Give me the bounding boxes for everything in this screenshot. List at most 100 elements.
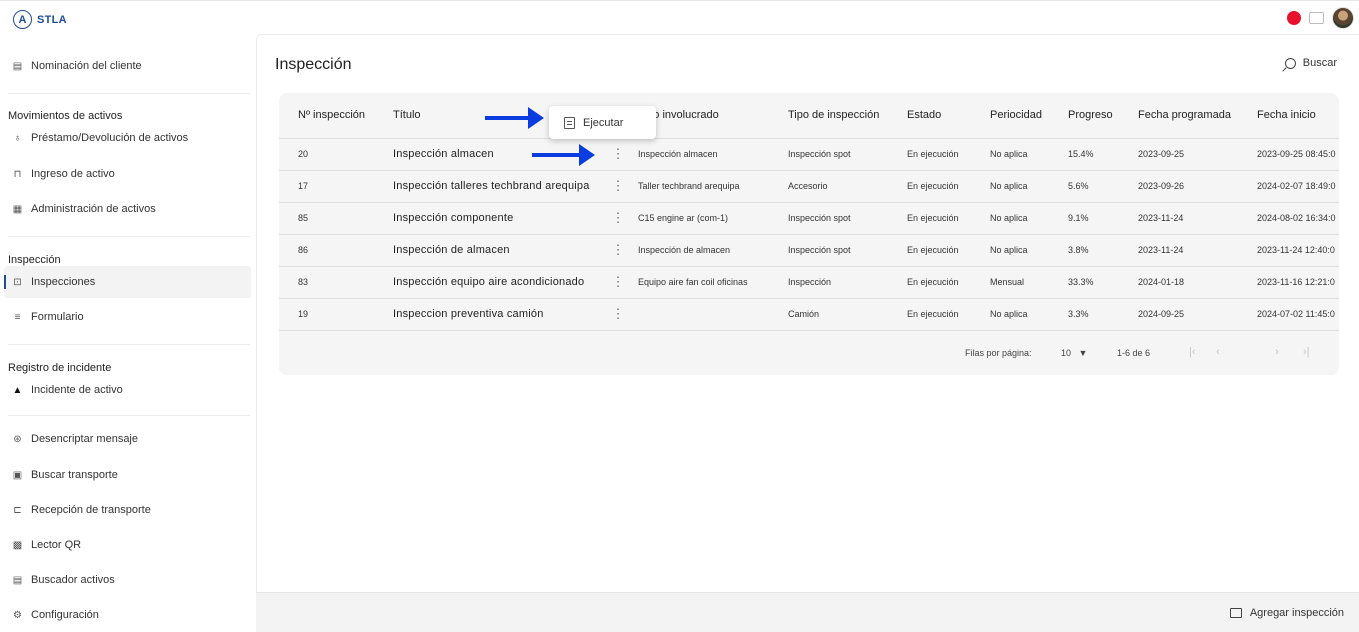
table-row[interactable]: 17 Inspección talleres techbrand arequip… xyxy=(279,170,1339,203)
cell-resource: Inspección almacen xyxy=(638,138,788,171)
user-avatar[interactable] xyxy=(1332,7,1354,29)
cell-start-date: 2024-02-07 18:49:0 xyxy=(1257,170,1339,203)
sidebar-item-label: Inspecciones xyxy=(31,276,96,288)
search-icon xyxy=(1284,57,1296,69)
table-row[interactable]: 83 Inspección equipo aire acondicionado … xyxy=(279,266,1339,299)
rows-per-page-select[interactable]: 10 ▼ xyxy=(1061,348,1087,358)
inspection-table-card: Nº inspección Título urso involucrado Ti… xyxy=(279,93,1339,375)
sidebar-item-buscador[interactable]: ▤ Buscador activos xyxy=(12,570,115,590)
row-menu-icon[interactable]: ⋮ xyxy=(598,266,638,299)
sidebar-divider xyxy=(8,236,250,237)
cell-periodicity: No aplica xyxy=(990,138,1068,171)
cell-id: 20 xyxy=(279,138,393,171)
cell-start-date: 2023-09-25 08:45:0 xyxy=(1257,138,1339,171)
sidebar-divider xyxy=(8,415,250,416)
table-row[interactable]: 85 Inspección componente ⋮ C15 engine ar… xyxy=(279,202,1339,235)
cell-status: En ejecución xyxy=(907,266,990,299)
cell-resource: C15 engine ar (com-1) xyxy=(638,202,788,235)
sidebar-item-lector-qr[interactable]: ▩ Lector QR xyxy=(12,535,81,555)
sidebar-item-prestamo[interactable]: ♁ Préstamo/Devolución de activos xyxy=(12,128,188,148)
record-indicator-icon[interactable] xyxy=(1287,11,1301,25)
sidebar-item-formulario[interactable]: ≡ Formulario xyxy=(12,307,84,327)
table-row[interactable]: 86 Inspección de almacen ⋮ Inspección de… xyxy=(279,234,1339,267)
cell-type: Accesorio xyxy=(788,170,907,203)
cell-status: En ejecución xyxy=(907,202,990,235)
truck-icon: ⊏ xyxy=(13,504,22,516)
first-page-icon[interactable]: |‹ xyxy=(1189,346,1196,358)
sidebar-item-administracion[interactable]: ▦ Administración de activos xyxy=(12,199,156,219)
sidebar-item-desencriptar[interactable]: ⊛ Desencriptar mensaje xyxy=(12,429,138,449)
footer-bar: Agregar inspección xyxy=(256,592,1359,632)
column-header[interactable]: Periocidad xyxy=(990,93,1068,139)
column-header[interactable]: Progreso xyxy=(1068,93,1138,139)
sidebar-item-label: Buscar transporte xyxy=(31,469,118,481)
cell-type: Inspección spot xyxy=(788,202,907,235)
sidebar-item-recepcion[interactable]: ⊏ Recepción de transporte xyxy=(12,500,151,520)
sidebar-item-label: Desencriptar mensaje xyxy=(31,433,138,445)
column-header[interactable]: Nº inspección xyxy=(279,93,393,139)
row-menu-icon[interactable]: ⋮ xyxy=(598,234,638,267)
cell-id: 85 xyxy=(279,202,393,235)
cell-id: 19 xyxy=(279,298,393,331)
list-icon: ≡ xyxy=(14,311,21,323)
cell-periodicity: No aplica xyxy=(990,298,1068,331)
sidebar-item-inspecciones[interactable]: ⊡ Inspecciones xyxy=(12,272,95,292)
execute-menu-item[interactable]: Ejecutar xyxy=(583,117,623,129)
top-bar: A STLA xyxy=(0,0,1359,34)
cell-progress: 3.8% xyxy=(1068,234,1138,267)
cell-id: 86 xyxy=(279,234,393,267)
cell-progress: 5.6% xyxy=(1068,170,1138,203)
column-header[interactable]: Fecha programada xyxy=(1138,93,1257,139)
row-context-menu[interactable]: Ejecutar xyxy=(549,106,656,139)
cell-start-date: 2024-08-02 16:34:0 xyxy=(1257,202,1339,235)
table-row[interactable]: 20 Inspección almacen ⋮ Inspección almac… xyxy=(279,138,1339,171)
app-name: STLA xyxy=(37,13,67,26)
row-menu-icon[interactable]: ⋮ xyxy=(598,138,638,171)
cell-scheduled-date: 2023-11-24 xyxy=(1138,234,1257,267)
column-header[interactable]: urso involucrado xyxy=(638,93,788,139)
cell-id: 83 xyxy=(279,266,393,299)
table-row[interactable]: 19 Inspeccion preventiva camión ⋮ Camión… xyxy=(279,298,1339,331)
app-logo[interactable]: A STLA xyxy=(13,10,67,29)
column-header[interactable]: Estado xyxy=(907,93,990,139)
dropdown-arrow-icon: ▼ xyxy=(1078,348,1088,358)
sidebar-item-nominacion[interactable]: ▤ Nominación del cliente xyxy=(12,56,142,76)
sidebar-divider xyxy=(8,93,250,94)
search-button[interactable]: Buscar xyxy=(1284,57,1337,69)
shield-icon: ⊛ xyxy=(13,433,22,445)
next-page-icon[interactable]: › xyxy=(1275,346,1279,358)
row-menu-icon[interactable]: ⋮ xyxy=(598,298,638,331)
previous-page-icon[interactable]: ‹ xyxy=(1216,346,1220,358)
cell-type: Camión xyxy=(788,298,907,331)
sidebar-item-label: Formulario xyxy=(31,311,84,323)
warehouse-icon: ▦ xyxy=(12,203,23,215)
row-menu-icon[interactable]: ⋮ xyxy=(598,202,638,235)
annotation-arrow-menu xyxy=(485,107,544,129)
cell-status: En ejecución xyxy=(907,298,990,331)
chat-icon[interactable] xyxy=(1309,12,1324,24)
sidebar-item-label: Lector QR xyxy=(31,539,82,551)
sidebar-item-incidente[interactable]: ▲ Incidente de activo xyxy=(12,380,123,400)
cell-resource: Taller techbrand arequipa xyxy=(638,170,788,203)
cell-type: Inspección spot xyxy=(788,138,907,171)
cell-resource: Inspección de almacen xyxy=(638,234,788,267)
sidebar-item-configuracion[interactable]: ⚙ Configuración xyxy=(12,605,99,625)
sidebar-item-ingreso[interactable]: ⊓ Ingreso de activo xyxy=(12,164,115,184)
add-inspection-label: Agregar inspección xyxy=(1249,607,1344,619)
cell-progress: 33.3% xyxy=(1068,266,1138,299)
row-menu-icon[interactable]: ⋮ xyxy=(598,170,638,203)
column-header[interactable]: Fecha inicio xyxy=(1257,93,1339,139)
add-inspection-button[interactable]: Agregar inspección xyxy=(1229,607,1344,619)
sidebar-item-label: Ingreso de activo xyxy=(31,168,115,180)
sidebar-item-buscar-transporte[interactable]: ▣ Buscar transporte xyxy=(12,465,118,485)
user-swap-icon: ♁ xyxy=(13,132,22,144)
search-button-label: Buscar xyxy=(1302,57,1337,69)
cell-status: En ejecución xyxy=(907,234,990,267)
page-title: Inspección xyxy=(275,56,352,73)
last-page-icon[interactable]: ›| xyxy=(1303,346,1310,358)
column-header[interactable]: Tipo de inspección xyxy=(788,93,907,139)
cell-periodicity: No aplica xyxy=(990,202,1068,235)
cell-progress: 15.4% xyxy=(1068,138,1138,171)
clipboard-icon: ▤ xyxy=(12,60,23,72)
cell-id: 17 xyxy=(279,170,393,203)
